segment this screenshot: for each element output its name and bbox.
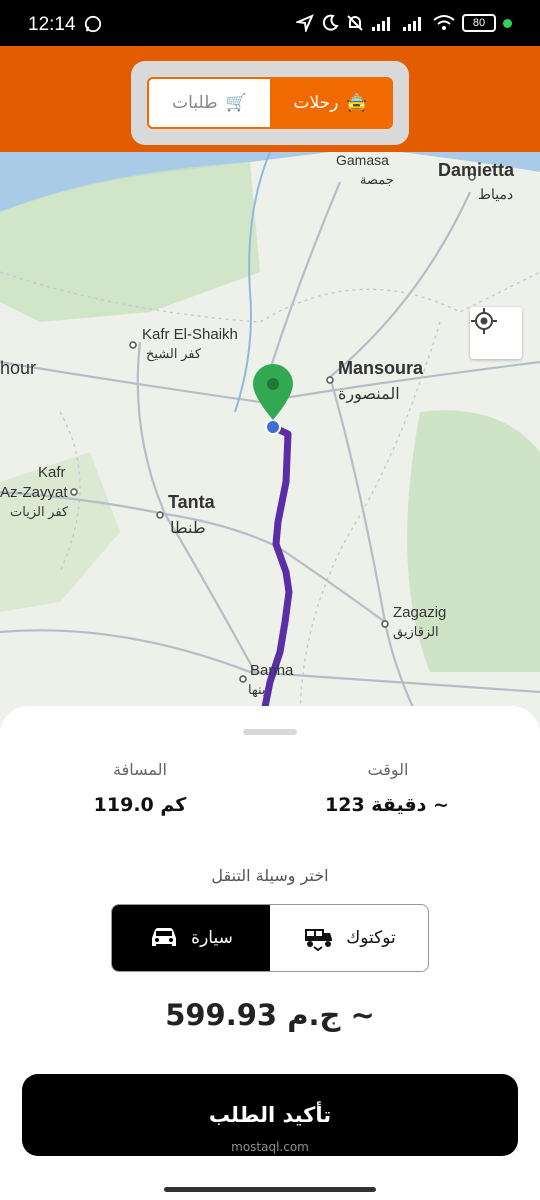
my-location-button[interactable] [470,307,522,359]
status-icons: 80 [296,14,512,32]
status-bar: 12:14 80 [0,0,540,46]
map-label-banha-ar: بنها [248,682,266,697]
mode-car[interactable]: سيارة [112,905,270,971]
map-label-kafr: Kafr [38,464,66,481]
car-icon [152,928,177,946]
map-label-az-zayyat: Az-Zayyat [0,484,68,501]
cart-icon: 🛒 [225,93,247,113]
map-label-damanhour: hour [0,358,37,378]
map-label-zagazig-ar: الزقازيق [393,624,439,639]
bell-muted-icon [347,15,363,31]
top-header: طلبات 🛒 رحلات 🚖 [0,46,540,152]
map-label-kafr-zayyat-ar: كفر الزيات [10,504,69,519]
mode-car-label: سيارة [191,928,233,948]
time-label: الوقت [367,760,409,779]
app-screen: 12:14 80 طلبات 🛒 رحلات 🚖 Gamasa جمصة Dam… [0,0,540,1200]
map-label-banha: Banha [250,662,294,679]
confirm-order-label: تأكيد الطلب [208,1103,332,1127]
trips-label: رحلات [293,93,339,113]
map-label-damietta-ar: دمياط [478,186,514,202]
map-label-mansoura-ar: المنصورة [338,386,400,403]
category-toggle-container: طلبات 🛒 رحلات 🚖 [131,61,409,145]
trip-bottom-sheet: المسافة 119.0 كم الوقت 123 دقيقة ~ اختر … [0,706,540,1180]
map-label-mansoura: Mansoura [338,358,424,378]
battery-indicator: 80 [462,14,496,32]
privacy-dot [503,18,512,28]
tuktuk-icon [305,929,333,951]
map-label-gamasa-ar: جمصة [360,172,394,187]
map-label-zagazig: Zagazig [393,604,447,621]
map-label-damietta: Damietta [438,160,515,180]
choose-transport-label: اختر وسيلة التنقل [211,866,329,885]
signal-icon [372,17,390,31]
map-label-kafr-elshaikh: Kafr El-Shaikh [142,326,238,343]
mode-tuktuk[interactable]: توكتوك [270,905,428,971]
system-nav-bar [0,1180,540,1200]
whatsapp-icon [84,15,102,33]
wifi-icon [433,15,455,30]
category-toggle: طلبات 🛒 رحلات 🚖 [147,77,393,129]
moon-icon [322,14,339,31]
tab-trips[interactable]: رحلات 🚖 [270,79,391,127]
distance-value: 119.0 كم [93,794,187,816]
fare-price: 599.93 ج.م ~ [165,998,375,1032]
distance-label: المسافة [113,760,167,779]
time-value: 123 دقيقة ~ [325,794,449,816]
mode-tuktuk-label: توكتوك [346,928,396,948]
signal-icon-2 [403,17,421,31]
sheet-drag-handle[interactable] [243,729,297,735]
map-label-gamasa: Gamasa [336,152,389,168]
confirm-order-button[interactable]: تأكيد الطلب [22,1074,518,1156]
map-canvas [0,152,540,722]
tab-orders[interactable]: طلبات 🛒 [149,79,270,127]
orders-label: طلبات [172,93,218,113]
map-label-tanta-ar: طنطا [170,520,206,537]
status-time: 12:14 [28,14,76,35]
transport-mode-toggle: سيارة توكتوك [111,904,429,972]
map-label-kafr-elshaikh-ar: كفر الشيخ [146,346,202,361]
location-arrow-icon [296,14,314,32]
map-label-tanta: Tanta [168,492,215,512]
home-gesture-pill[interactable] [164,1187,376,1192]
taxi-icon: 🚖 [346,93,368,113]
crosshair-icon [471,308,497,334]
map-view[interactable]: Gamasa جمصة Damietta دمياط Kafr El-Shaik… [0,152,540,722]
